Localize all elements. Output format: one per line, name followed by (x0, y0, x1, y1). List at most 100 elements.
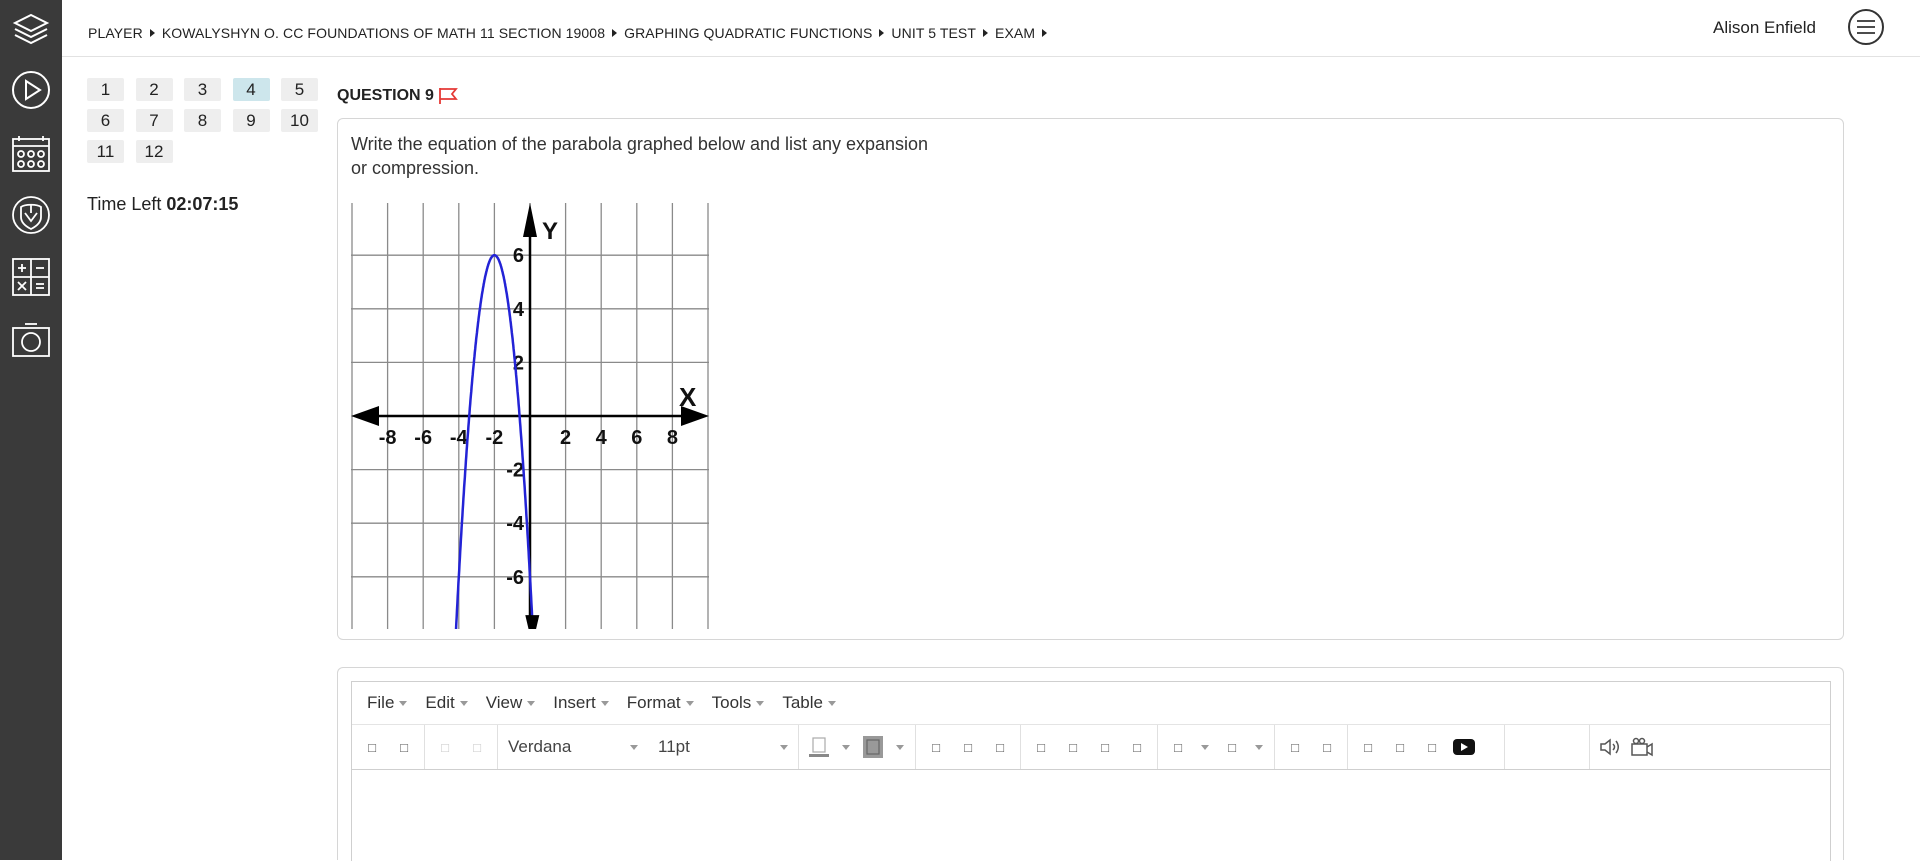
chevron-down-icon (459, 700, 468, 706)
question-text-line-1: Write the equation of the parabola graph… (351, 134, 929, 154)
y-tick-label: -4 (506, 513, 525, 535)
x-tick-label: -8 (379, 427, 397, 449)
highlight-color-icon (857, 731, 889, 763)
menu-view[interactable]: View (477, 693, 545, 713)
play-icon[interactable] (10, 69, 52, 111)
chevron-down-icon (827, 700, 836, 706)
question-nav-5[interactable]: 5 (281, 78, 318, 101)
breadcrumb-exam[interactable]: EXAM (995, 25, 1035, 41)
breadcrumb-course[interactable]: KOWALYSHYN O. CC FOUNDATIONS OF MATH 11 … (162, 25, 605, 41)
question-nav-7[interactable]: 7 (135, 109, 173, 132)
menu-tools[interactable]: Tools (703, 693, 774, 713)
indent-group: □ □ (1275, 725, 1348, 769)
question-box: Write the equation of the parabola graph… (337, 118, 1844, 646)
indent-icon[interactable]: □ (1311, 731, 1343, 763)
image-icon[interactable]: □ (1384, 731, 1416, 763)
caret-right-icon (983, 29, 989, 37)
font-group: Verdana 11pt (498, 725, 799, 769)
question-nav-4[interactable]: 4 (232, 78, 270, 101)
layers-icon[interactable] (10, 8, 52, 50)
caret-right-icon (149, 29, 155, 37)
breadcrumb-test[interactable]: UNIT 5 TEST (891, 25, 976, 41)
speaker-icon[interactable] (1594, 731, 1626, 763)
question-nav-10[interactable]: 10 (281, 109, 318, 132)
y-tick-label: -6 (506, 567, 524, 589)
menu-table-label: Table (782, 693, 823, 712)
question-navigator: 1 2 3 4 5 6 7 8 9 10 11 12 (87, 78, 318, 163)
numbered-list-button[interactable]: □ (1216, 731, 1270, 763)
align-left-icon[interactable]: □ (1025, 731, 1057, 763)
chevron-down-icon (756, 700, 765, 706)
question-nav-1[interactable]: 1 (87, 78, 124, 101)
rich-text-editor: File Edit View Insert Format Tools Table… (351, 681, 1831, 861)
font-family-select[interactable]: Verdana (498, 731, 648, 763)
parabola-graph: -8 -6 -4 -2 2 4 6 8 6 4 2 -2 -4 -6 Y X (351, 203, 709, 646)
y-tick-label: 6 (513, 245, 524, 267)
menu-file[interactable]: File (358, 693, 416, 713)
menu-edit-label: Edit (425, 693, 455, 712)
breadcrumb-unit[interactable]: GRAPHING QUADRATIC FUNCTIONS (624, 25, 872, 41)
copy-icon[interactable]: □ (461, 731, 493, 763)
history-group: □ □ (352, 725, 425, 769)
crest-icon[interactable] (10, 194, 52, 236)
question-header: QUESTION 9 (337, 87, 458, 105)
background-color-button[interactable] (857, 731, 911, 763)
cut-icon[interactable]: □ (429, 731, 461, 763)
menu-format-label: Format (626, 693, 681, 712)
editor-toolbar: □ □ □ □ Verdana 11pt □ □ □ □ □ □ □ □ □ □… (352, 725, 1830, 770)
table-icon[interactable]: □ (1416, 731, 1448, 763)
chevron-down-icon (1248, 731, 1270, 763)
flag-icon[interactable] (438, 87, 458, 105)
record-video-icon[interactable] (1626, 731, 1658, 763)
chevron-down-icon (399, 700, 408, 706)
x-tick-label: 2 (560, 427, 571, 449)
undo-icon[interactable]: □ (356, 731, 388, 763)
calendar-icon[interactable] (10, 132, 52, 174)
clipboard-group: □ □ (425, 725, 498, 769)
question-nav-11[interactable]: 11 (87, 140, 124, 163)
caret-right-icon (612, 29, 618, 37)
question-nav-12[interactable]: 12 (135, 140, 173, 163)
calculator-icon[interactable] (10, 256, 52, 298)
breadcrumb: PLAYER KOWALYSHYN O. CC FOUNDATIONS OF M… (88, 25, 1054, 41)
bullet-list-button[interactable]: □ (1162, 731, 1216, 763)
user-name[interactable]: Alison Enfield (1713, 18, 1816, 38)
graph-svg: -8 -6 -4 -2 2 4 6 8642-2-4-6YX (351, 203, 709, 646)
italic-icon[interactable]: □ (952, 731, 984, 763)
video-icon[interactable] (1448, 731, 1480, 763)
x-tick-label: -6 (414, 427, 432, 449)
text-color-button[interactable] (803, 731, 857, 763)
align-justify-icon[interactable]: □ (1121, 731, 1153, 763)
menu-icon[interactable] (1848, 9, 1884, 45)
question-nav-3[interactable]: 3 (184, 78, 221, 101)
time-left-label: Time Left (87, 194, 162, 214)
x-tick-label: 6 (631, 427, 642, 449)
outdent-icon[interactable]: □ (1279, 731, 1311, 763)
redo-icon[interactable]: □ (388, 731, 420, 763)
caret-right-icon (1042, 29, 1048, 37)
question-nav-9[interactable]: 9 (232, 109, 270, 132)
question-nav-6[interactable]: 6 (87, 109, 124, 132)
bold-icon[interactable]: □ (920, 731, 952, 763)
menu-edit[interactable]: Edit (416, 693, 476, 713)
x-tick-label: 8 (667, 427, 678, 449)
menu-insert-label: Insert (553, 693, 596, 712)
question-nav-2[interactable]: 2 (135, 78, 173, 101)
menu-table[interactable]: Table (773, 693, 845, 713)
insert-group: □ □ □ (1348, 725, 1505, 769)
menu-format[interactable]: Format (618, 693, 703, 713)
chevron-down-icon (889, 731, 911, 763)
breadcrumb-player[interactable]: PLAYER (88, 25, 143, 41)
underline-icon[interactable]: □ (984, 731, 1016, 763)
menu-view-label: View (485, 693, 523, 712)
menu-insert[interactable]: Insert (544, 693, 618, 713)
align-right-icon[interactable]: □ (1089, 731, 1121, 763)
question-nav-8[interactable]: 8 (184, 109, 221, 132)
font-size-select[interactable]: 11pt (648, 731, 798, 763)
camera-icon[interactable] (10, 319, 52, 361)
chevron-down-icon (630, 744, 638, 750)
chevron-down-icon (1194, 731, 1216, 763)
link-icon[interactable]: □ (1352, 731, 1384, 763)
list-group: □ □ (1158, 725, 1275, 769)
align-center-icon[interactable]: □ (1057, 731, 1089, 763)
